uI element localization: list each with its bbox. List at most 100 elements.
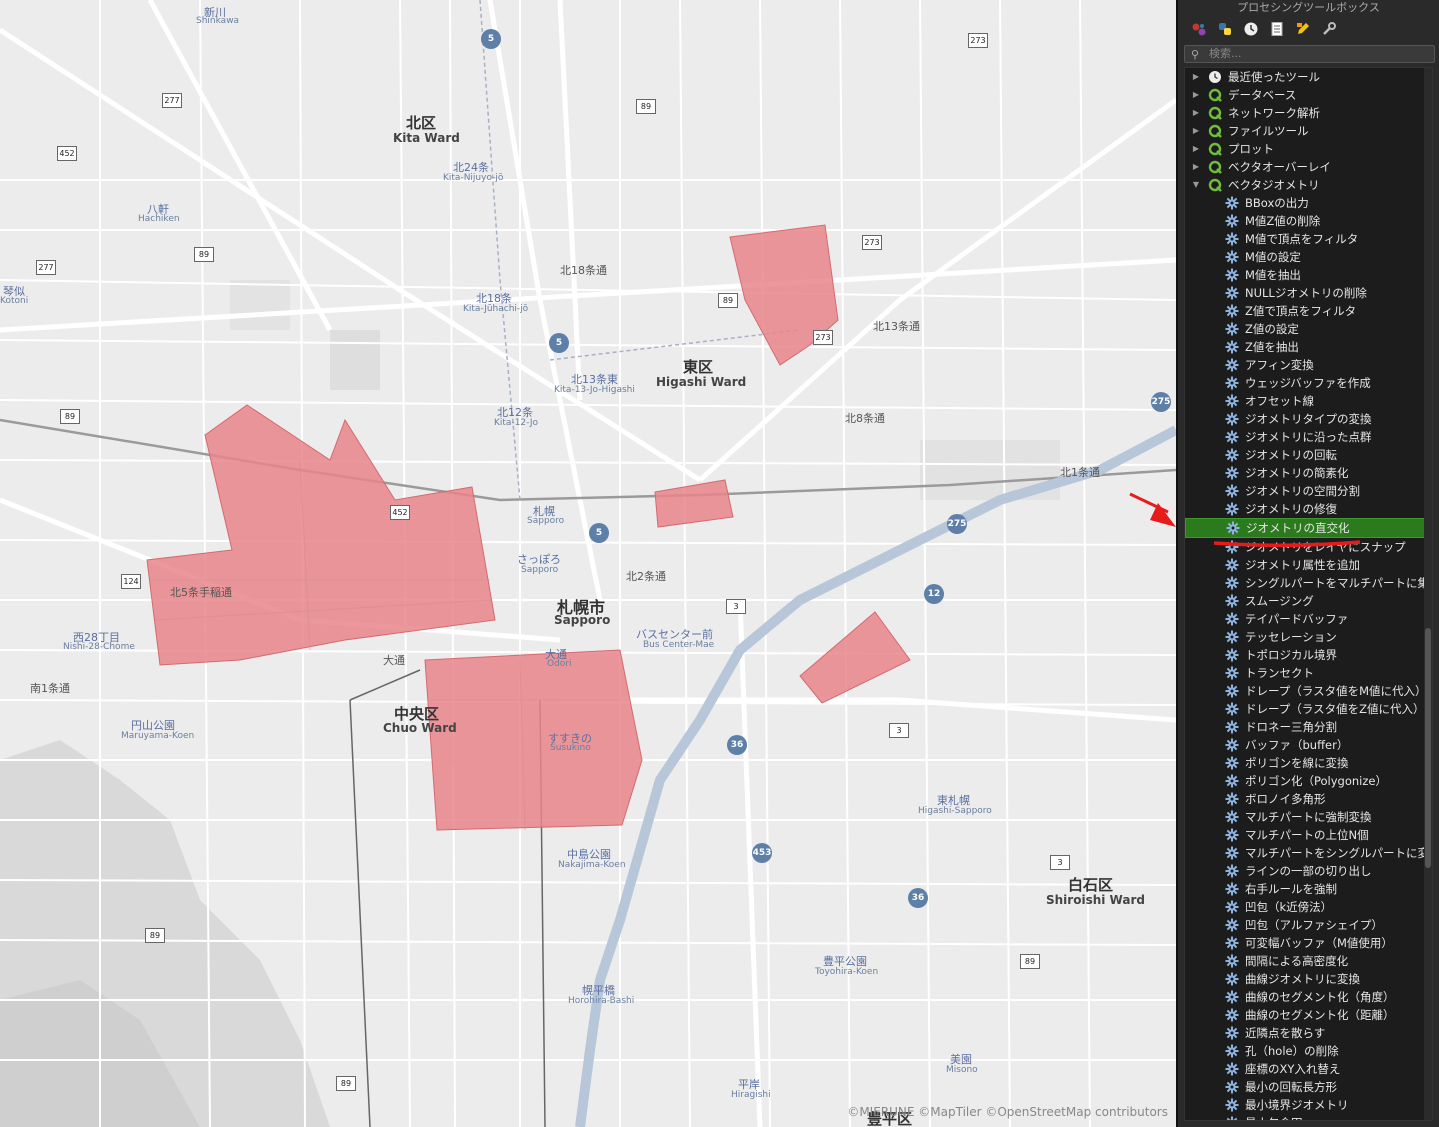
algorithm-gear-icon [1225,1116,1239,1120]
chevron-right-icon[interactable]: ▶ [1191,68,1201,86]
toolbox-tool-item[interactable]: ラインの一部の切り出し [1185,862,1432,880]
chevron-down-icon[interactable]: ▼ [1191,176,1201,194]
models-icon[interactable] [1190,20,1208,38]
tool-label: ドレープ（ラスタ値をM値に代入） [1245,684,1427,698]
toolbox-tool-item[interactable]: トランセクト [1185,664,1432,682]
toolbox-tool-item[interactable]: ジオメトリに沿った点群 [1185,428,1432,446]
algorithm-gear-icon [1225,792,1239,806]
tool-label: バッファ（buffer） [1245,738,1349,752]
toolbox-group[interactable]: ▼ ベクタジオメトリ [1185,176,1432,194]
chevron-right-icon[interactable]: ▶ [1191,104,1201,122]
toolbox-tool-item[interactable]: 孔（hole）の削除 [1185,1042,1432,1060]
toolbox-tool-item[interactable]: NULLジオメトリの削除 [1185,284,1432,302]
toolbox-tool-item[interactable]: ポリゴン化（Polygonize） [1185,772,1432,790]
tool-label: Z値で頂点をフィルタ [1245,304,1357,318]
toolbox-tool-item[interactable]: ジオメトリ属性を追加 [1185,556,1432,574]
tool-label: ジオメトリの回転 [1245,448,1337,462]
toolbox-tool-item[interactable]: Z値を抽出 [1185,338,1432,356]
toolbox-tool-item[interactable]: バッファ（buffer） [1185,736,1432,754]
map-canvas[interactable]: 北区 Kita Ward 東区 Higashi Ward 中央区 Chuo Wa… [0,0,1176,1127]
toolbox-tool-item[interactable]: M値で頂点をフィルタ [1185,230,1432,248]
algorithm-gear-icon [1225,448,1239,462]
toolbox-tool-item[interactable]: 最小境界ジオメトリ [1185,1096,1432,1114]
options-icon[interactable] [1320,20,1338,38]
toolbox-tool-item[interactable]: 間隔による高密度化 [1185,952,1432,970]
toolbox-tool-item[interactable]: ジオメトリの簡素化 [1185,464,1432,482]
toolbox-tool-item[interactable]: テッセレーション [1185,628,1432,646]
algorithm-gear-icon [1225,412,1239,426]
toolbox-tool-item[interactable]: ジオメトリの空間分割 [1185,482,1432,500]
tool-label: ジオメトリの簡素化 [1245,466,1349,480]
toolbox-tool-item[interactable]: アフィン変換 [1185,356,1432,374]
panel-title: プロセシングツールボックス [1237,1,1380,14]
toolbox-tool-item[interactable]: 最小の回転長方形 [1185,1078,1432,1096]
toolbox-group[interactable]: ▶ プロット [1185,140,1432,158]
toolbox-tool-item[interactable]: M値Z値の削除 [1185,212,1432,230]
tool-label: ラインの一部の切り出し [1245,864,1372,878]
toolbox-tool-item[interactable]: M値を抽出 [1185,266,1432,284]
python-icon[interactable] [1216,20,1234,38]
toolbox-tool-item[interactable]: 最小包含円 [1185,1114,1432,1120]
toolbox-tool-item[interactable]: ドレープ（ラスタ値をM値に代入） [1185,682,1432,700]
toolbox-tool-item[interactable]: スムージング [1185,592,1432,610]
toolbox-tool-item[interactable]: 曲線ジオメトリに変換 [1185,970,1432,988]
toolbox-tool-item[interactable]: テイパードバッファ [1185,610,1432,628]
chevron-right-icon[interactable]: ▶ [1191,140,1201,158]
history-icon[interactable] [1242,20,1260,38]
tool-label: ジオメトリの直交化 [1246,521,1350,535]
toolbox-tool-item[interactable]: 近隣点を散らす [1185,1024,1432,1042]
toolbox-tree[interactable]: ▶ 最近使ったツール ▶ データベース ▶ ネットワーク解析 ▶ ファイルツール ▶ プロット ▶ ベ… [1184,67,1433,1121]
toolbox-tool-item[interactable]: Z値で頂点をフィルタ [1185,302,1432,320]
toolbox-tool-item[interactable]: 凹包（k近傍法） [1185,898,1432,916]
toolbox-tool-item[interactable]: オフセット線 [1185,392,1432,410]
toolbox-group[interactable]: ▶ ベクタオーバーレイ [1185,158,1432,176]
toolbox-tool-item[interactable]: マルチパートの上位N個 [1185,826,1432,844]
toolbox-tool-item[interactable]: トポロジカル境界 [1185,646,1432,664]
chevron-right-icon[interactable]: ▶ [1191,86,1201,104]
toolbox-tool-item[interactable]: ジオメトリの修復 [1185,500,1432,518]
toolbox-tool-item[interactable]: ジオメトリの回転 [1185,446,1432,464]
toolbox-tool-item[interactable]: M値の設定 [1185,248,1432,266]
group-label: ベクタオーバーレイ [1228,160,1331,174]
tool-label: M値を抽出 [1245,268,1301,282]
toolbox-group[interactable]: ▶ ファイルツール [1185,122,1432,140]
algorithm-gear-icon [1225,1080,1239,1094]
toolbox-search-input[interactable]: ⚲ 検索... [1184,45,1435,63]
toolbox-tool-item[interactable]: 可変幅バッファ（M値使用） [1185,934,1432,952]
toolbox-tool-item[interactable]: ボロノイ多角形 [1185,790,1432,808]
toolbox-tool-item[interactable]: 座標のXY入れ替え [1185,1060,1432,1078]
results-icon[interactable] [1268,20,1286,38]
toolbox-tool-item[interactable]: シングルパートをマルチパートに集約 [1185,574,1432,592]
tool-label: 近隣点を散らす [1245,1026,1326,1040]
toolbox-tool-item[interactable]: ウェッジバッファを作成 [1185,374,1432,392]
toolbox-group[interactable]: ▶ データベース [1185,86,1432,104]
toolbox-group[interactable]: ▶ ネットワーク解析 [1185,104,1432,122]
tool-label: 凹包（アルファシェイプ） [1245,918,1383,932]
tool-label: 最小の回転長方形 [1245,1080,1337,1094]
toolbox-group[interactable]: ▶ 最近使ったツール [1185,68,1432,86]
algorithm-gear-icon [1225,630,1239,644]
toolbox-tool-item[interactable]: マルチパートをシングルパートに変換 [1185,844,1432,862]
toolbox-tool-item[interactable]: ジオメトリの直交化 [1185,518,1432,538]
scrollbar-thumb[interactable] [1425,628,1431,868]
toolbox-tool-item[interactable]: ドレープ（ラスタ値をZ値に代入） [1185,700,1432,718]
edit-features-icon[interactable] [1294,20,1312,38]
toolbox-tool-item[interactable]: 曲線のセグメント化（距離） [1185,1006,1432,1024]
toolbox-tool-item[interactable]: ドロネー三角分割 [1185,718,1432,736]
qgis-icon [1207,178,1222,193]
chevron-right-icon[interactable]: ▶ [1191,122,1201,140]
toolbox-tool-item[interactable]: ジオメトリタイプの変換 [1185,410,1432,428]
toolbox-tool-item[interactable]: Z値の設定 [1185,320,1432,338]
toolbox-tool-item[interactable]: BBoxの出力 [1185,194,1432,212]
tree-scrollbar[interactable] [1424,68,1432,1120]
algorithm-gear-icon [1225,196,1239,210]
algorithm-gear-icon [1225,918,1239,932]
toolbox-tool-item[interactable]: 曲線のセグメント化（角度） [1185,988,1432,1006]
toolbox-tool-item[interactable]: ポリゴンを線に変換 [1185,754,1432,772]
chevron-right-icon[interactable]: ▶ [1191,158,1201,176]
toolbox-tool-item[interactable]: 右手ルールを強制 [1185,880,1432,898]
toolbox-tool-item[interactable]: マルチパートに強制変換 [1185,808,1432,826]
tool-label: トランセクト [1245,666,1314,680]
toolbox-tool-item[interactable]: 凹包（アルファシェイプ） [1185,916,1432,934]
algorithm-gear-icon [1225,232,1239,246]
